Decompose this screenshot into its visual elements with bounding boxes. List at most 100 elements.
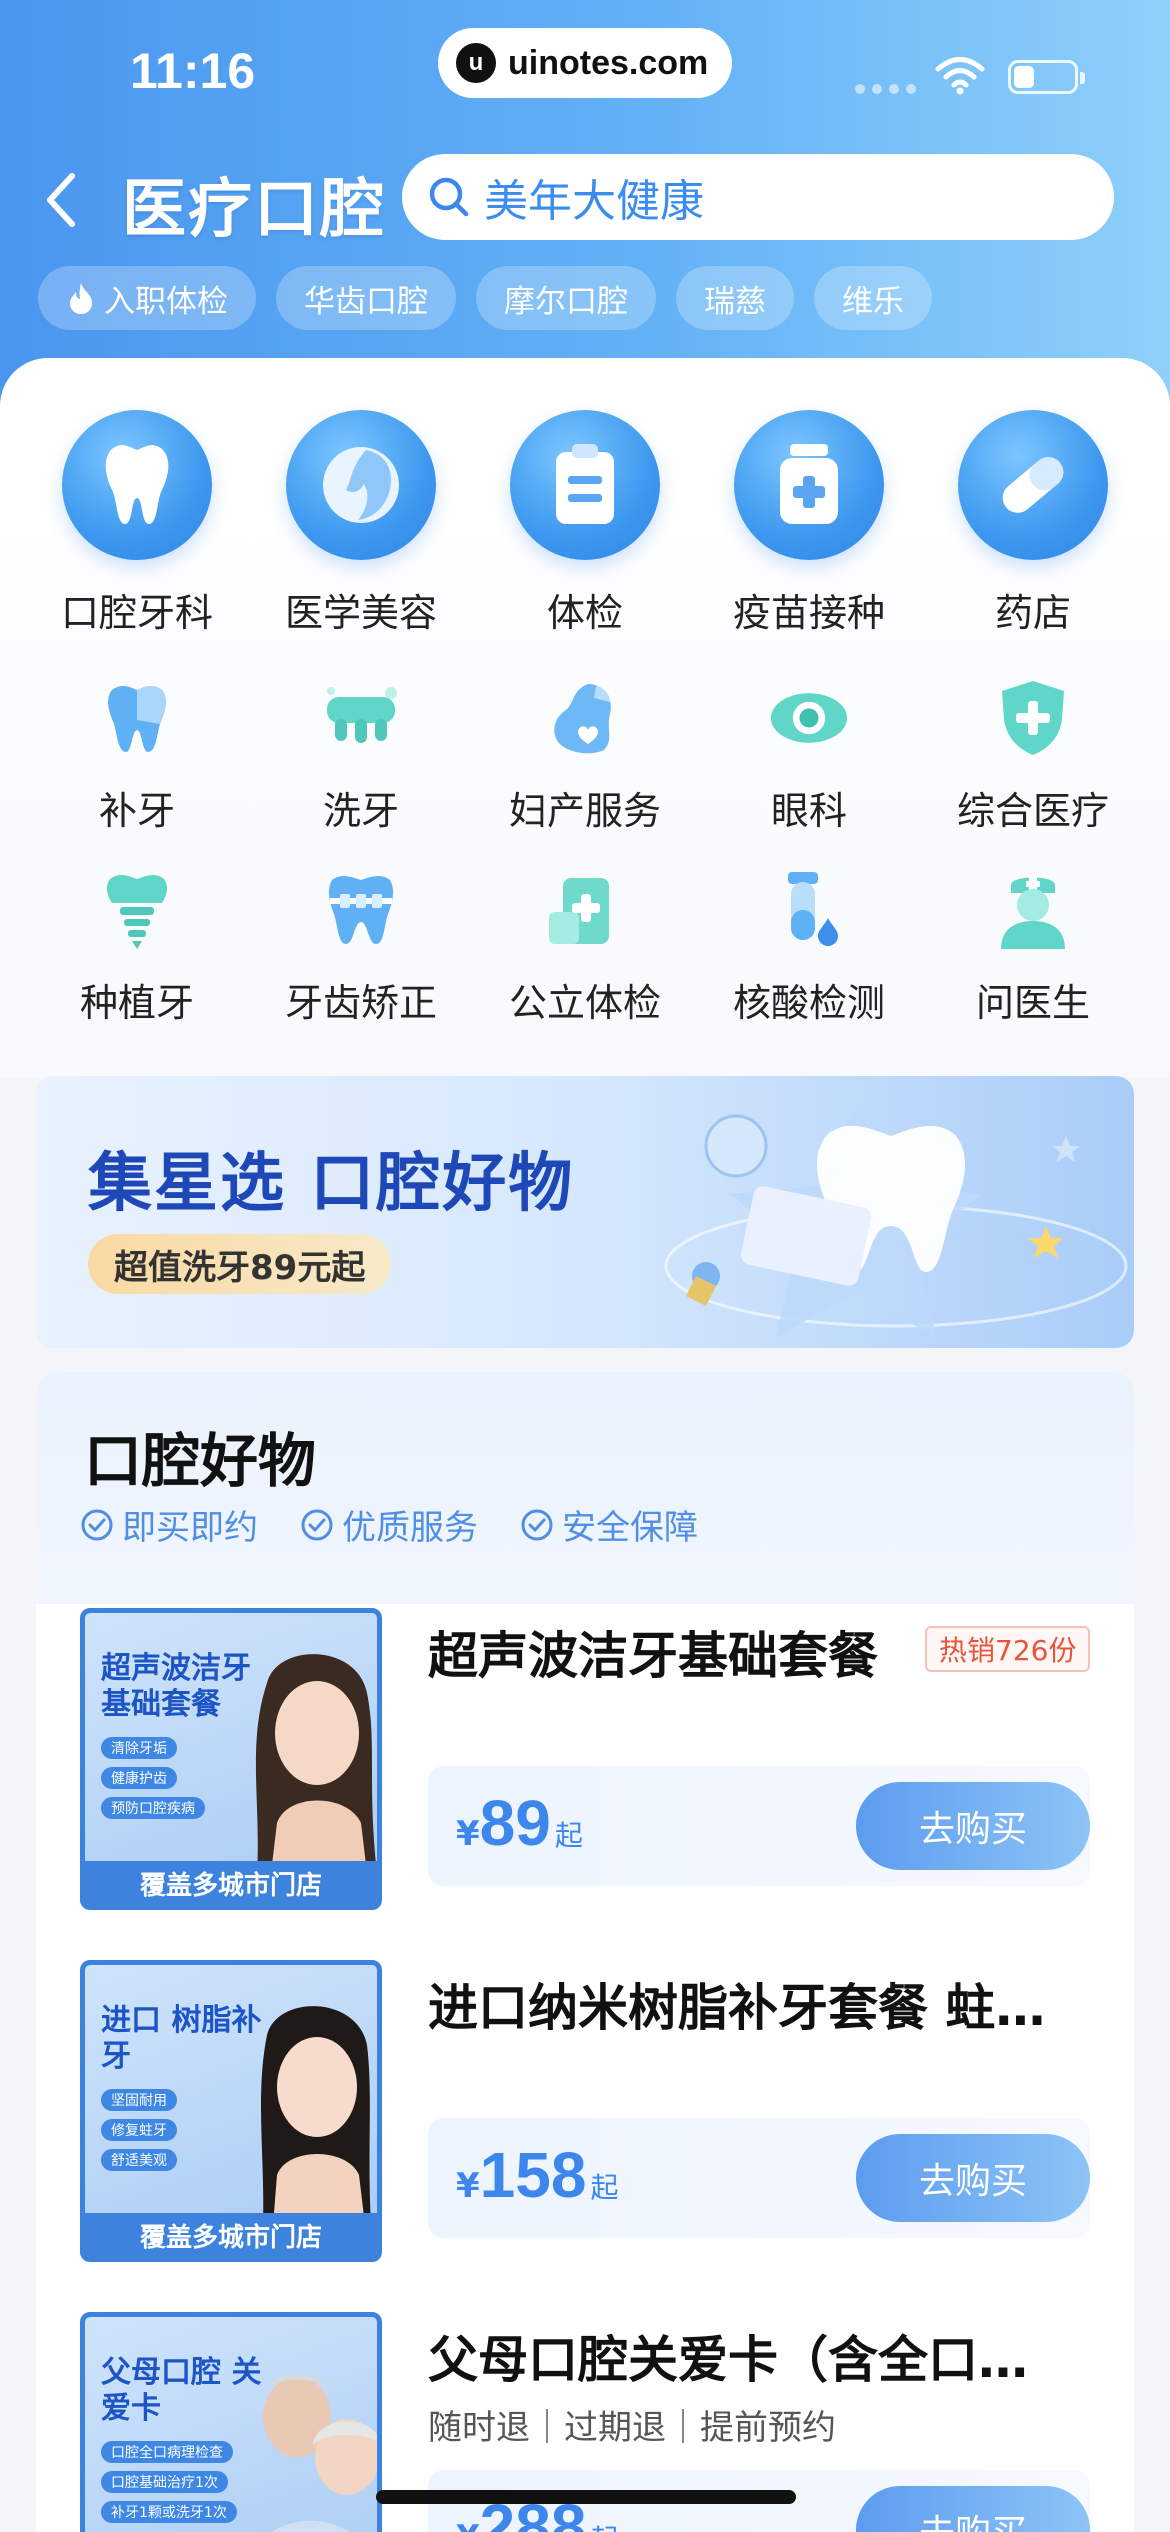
tag-label: 瑞慈 [704,283,766,320]
banner-title: 集星选 口腔好物 [88,1147,575,1221]
sales-badge: 热销726份 [925,1626,1091,1672]
check-circle-icon [521,1509,553,1540]
feature-item: 即买即约 [80,1500,258,1549]
category-label: 公立体检 [508,981,661,1025]
price-bar: ¥ 158 起 去购买 [428,2118,1090,2238]
category-panel: 口腔牙科 医学美容 体检 疫苗接种 药店 补牙 洗牙 妇产服务 眼科 综合医疗 … [0,358,1170,1078]
banner-tooth-star-illustration [664,1106,1128,1338]
price-currency: ¥ [456,1814,480,1854]
dental-goods-section: 口腔好物 即买即约 优质服务 安全保障 超声波洁牙 基础套餐 清除牙垢 健康护齿… [36,1372,1134,2532]
feature-list: 即买即约 优质服务 安全保障 [80,1500,698,1549]
thumbnail-chip: 口腔基础治疗1次 [101,2471,228,2493]
site-logo-icon: u [456,43,496,83]
category-ask-doctor[interactable]: 问医生 [921,870,1145,1027]
clipboard-icon [510,410,660,560]
category-row-primary: 口腔牙科 医学美容 体检 疫苗接种 药店 [0,410,1170,637]
category-maternity[interactable]: 妇产服务 [473,678,697,835]
tag-item[interactable]: 华齿口腔 [276,266,456,330]
tag-item[interactable]: 维乐 [814,266,932,330]
category-label: 问医生 [975,981,1090,1025]
category-label: 牙齿矫正 [284,981,437,1025]
thumbnail-chip: 清除牙垢 [101,1737,177,1759]
search-input[interactable]: 美年大健康 [402,154,1114,240]
check-circle-icon [81,1509,113,1540]
search-text: 美年大健康 [484,176,704,227]
eye-icon [769,678,849,758]
tag-item[interactable]: 瑞慈 [676,266,794,330]
category-filling[interactable]: 补牙 [25,678,249,835]
thumbnail-chip: 预防口腔疾病 [101,1797,205,1819]
price-suffix: 起 [590,2171,619,2204]
section-title: 口腔好物 [84,1427,317,1495]
price-suffix: 起 [590,2518,618,2532]
category-cleaning[interactable]: 洗牙 [249,678,473,835]
price-bar: ¥ 89 起 去购买 [428,1766,1090,1886]
shield-plus-icon [993,678,1073,758]
category-pharmacy[interactable]: 药店 [921,410,1145,637]
thumbnail-chip: 健康护齿 [101,1767,177,1789]
tag-label: 摩尔口腔 [504,283,628,320]
back-arrow-icon[interactable] [40,170,80,230]
tag-label: 维乐 [842,283,904,320]
thumbnail-footer: 覆盖多城市门店 [85,1861,377,1905]
banner-subtitle: 超值洗牙89元起 [88,1234,392,1294]
category-label: 妇产服务 [508,789,661,833]
category-row-secondary: 补牙 洗牙 妇产服务 眼科 综合医疗 [0,678,1170,835]
category-ophthalmology[interactable]: 眼科 [697,678,921,835]
price-value: 89 [479,1787,551,1859]
category-label: 核酸检测 [732,981,885,1025]
category-checkup[interactable]: 体检 [473,410,697,637]
url-pill[interactable]: u uinotes.com [438,28,732,98]
category-label: 医学美容 [284,591,437,635]
product-thumbnail: 进口 树脂补牙 坚固耐用 修复蛀牙 舒适美观 覆盖多城市门店 [80,1960,382,2262]
pill-icon [958,410,1108,560]
buy-button[interactable]: 去购买 [856,2134,1090,2222]
thumbnail-title: 超声波洁牙 基础套餐 [101,1651,251,1722]
category-general[interactable]: 综合医疗 [921,678,1145,835]
category-label: 种植牙 [79,981,194,1025]
category-beauty[interactable]: 医学美容 [249,410,473,637]
price-currency: ¥ [456,2166,480,2206]
braces-icon [321,870,401,950]
tag-item[interactable]: 入职体检 [38,266,256,330]
thumbnail-title: 进口 树脂补牙 [101,2003,262,2074]
category-implant[interactable]: 种植牙 [25,870,249,1027]
promo-banner[interactable]: 集星选 口腔好物 超值洗牙89元起 [36,1076,1134,1348]
feature-item: 安全保障 [520,1500,698,1549]
tag-label: 华齿口腔 [304,283,428,320]
buy-button[interactable]: 去购买 [856,1782,1090,1870]
category-public-checkup[interactable]: 公立体检 [473,870,697,1027]
category-nucleic-test[interactable]: 核酸检测 [697,870,921,1027]
doctor-icon [993,870,1073,950]
home-indicator[interactable] [376,2490,796,2504]
price: ¥ 158 起 [456,2138,618,2212]
thumbnail-chip: 舒适美观 [101,2149,177,2171]
hospital-icon [545,870,625,950]
battery-icon [1008,60,1085,94]
product-name: 进口纳米树脂补牙套餐 蛀… [428,1979,1046,2037]
product-name: 父母口腔关爱卡（含全口… [428,2331,1028,2389]
category-row-tertiary: 种植牙 牙齿矫正 公立体检 核酸检测 问医生 [0,870,1170,1027]
product-card[interactable]: 超声波洁牙 基础套餐 清除牙垢 健康护齿 预防口腔疾病 覆盖多城市门店 超声波洁… [36,1608,1134,1928]
tag-item[interactable]: 摩尔口腔 [476,266,656,330]
category-label: 眼科 [770,789,847,833]
status-time: 11:16 [130,43,256,99]
feature-item: 优质服务 [300,1500,478,1549]
page-title: 医疗口腔 [122,173,386,247]
category-label: 口腔牙科 [60,591,213,635]
product-card[interactable]: 进口 树脂补牙 坚固耐用 修复蛀牙 舒适美观 覆盖多城市门店 进口纳米树脂补牙套… [36,1960,1134,2280]
url-text: uinotes.com [508,43,709,82]
thumbnail-footer: 覆盖多城市门店 [85,2213,377,2257]
category-dental[interactable]: 口腔牙科 [25,410,249,637]
buy-button[interactable]: 去购买 [856,2486,1090,2532]
price-currency: ¥ [456,2518,480,2532]
flame-icon [70,283,92,314]
product-name: 超声波洁牙基础套餐 [428,1627,878,1685]
category-vaccine[interactable]: 疫苗接种 [697,410,921,637]
wifi-icon [935,57,985,95]
feature-label: 安全保障 [562,1508,698,1548]
face-icon [286,410,436,560]
search-icon [429,177,469,217]
category-orthodontics[interactable]: 牙齿矫正 [249,870,473,1027]
test-tube-icon [769,870,849,950]
